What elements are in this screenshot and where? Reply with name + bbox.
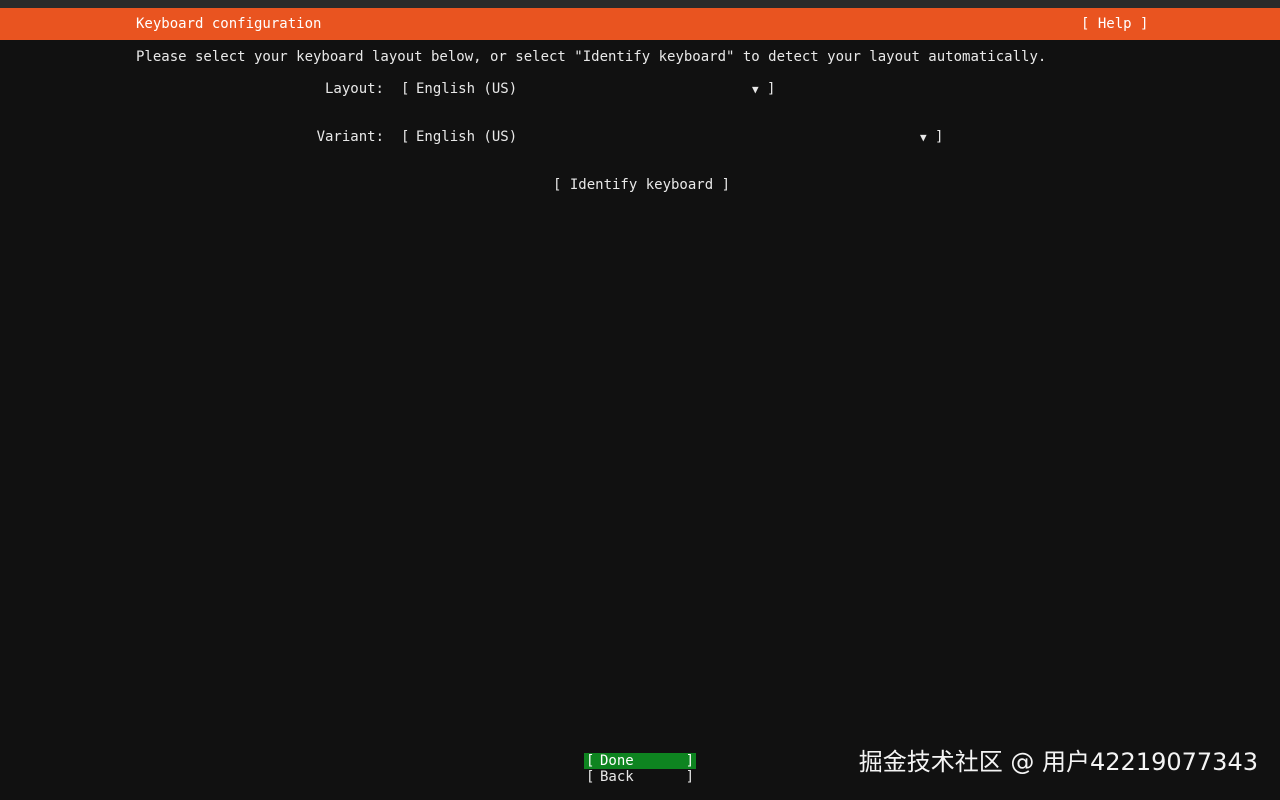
- variant-dropdown-value: English (US): [416, 129, 518, 145]
- done-open-bracket: [: [586, 753, 595, 769]
- done-label: Done: [600, 753, 634, 769]
- header-bar: Keyboard configuration [ Help ]: [0, 8, 1280, 40]
- back-close-bracket: ]: [685, 769, 694, 785]
- layout-dropdown-open-bracket: [: [401, 81, 410, 97]
- watermark: 掘金技术社区 @ 用户42219077343: [858, 748, 1258, 776]
- layout-dropdown-value: English (US): [416, 81, 518, 97]
- top-strip: [0, 0, 1280, 8]
- layout-label: Layout:: [324, 81, 384, 97]
- layout-dropdown[interactable]: [ English (US) ▼ ]: [401, 81, 775, 97]
- instructions-text: Please select your keyboard layout below…: [136, 49, 1047, 65]
- back-button[interactable]: [ Back ]: [584, 769, 696, 785]
- back-label: Back: [600, 769, 634, 785]
- layout-dropdown-close-bracket: ]: [767, 81, 776, 97]
- variant-dropdown[interactable]: [ English (US) ▼ ]: [401, 129, 943, 145]
- done-close-bracket: ]: [685, 753, 694, 769]
- done-button[interactable]: [ Done ]: [584, 753, 696, 769]
- variant-dropdown-open-bracket: [: [401, 129, 410, 145]
- identify-keyboard-button[interactable]: [ Identify keyboard ]: [553, 177, 730, 193]
- chevron-down-icon: ▼: [920, 131, 927, 144]
- variant-dropdown-close-bracket: ]: [935, 129, 944, 145]
- page-title: Keyboard configuration: [136, 16, 322, 32]
- back-open-bracket: [: [586, 769, 595, 785]
- chevron-down-icon: ▼: [752, 83, 759, 96]
- help-button[interactable]: [ Help ]: [1081, 16, 1148, 32]
- variant-label: Variant:: [316, 129, 384, 145]
